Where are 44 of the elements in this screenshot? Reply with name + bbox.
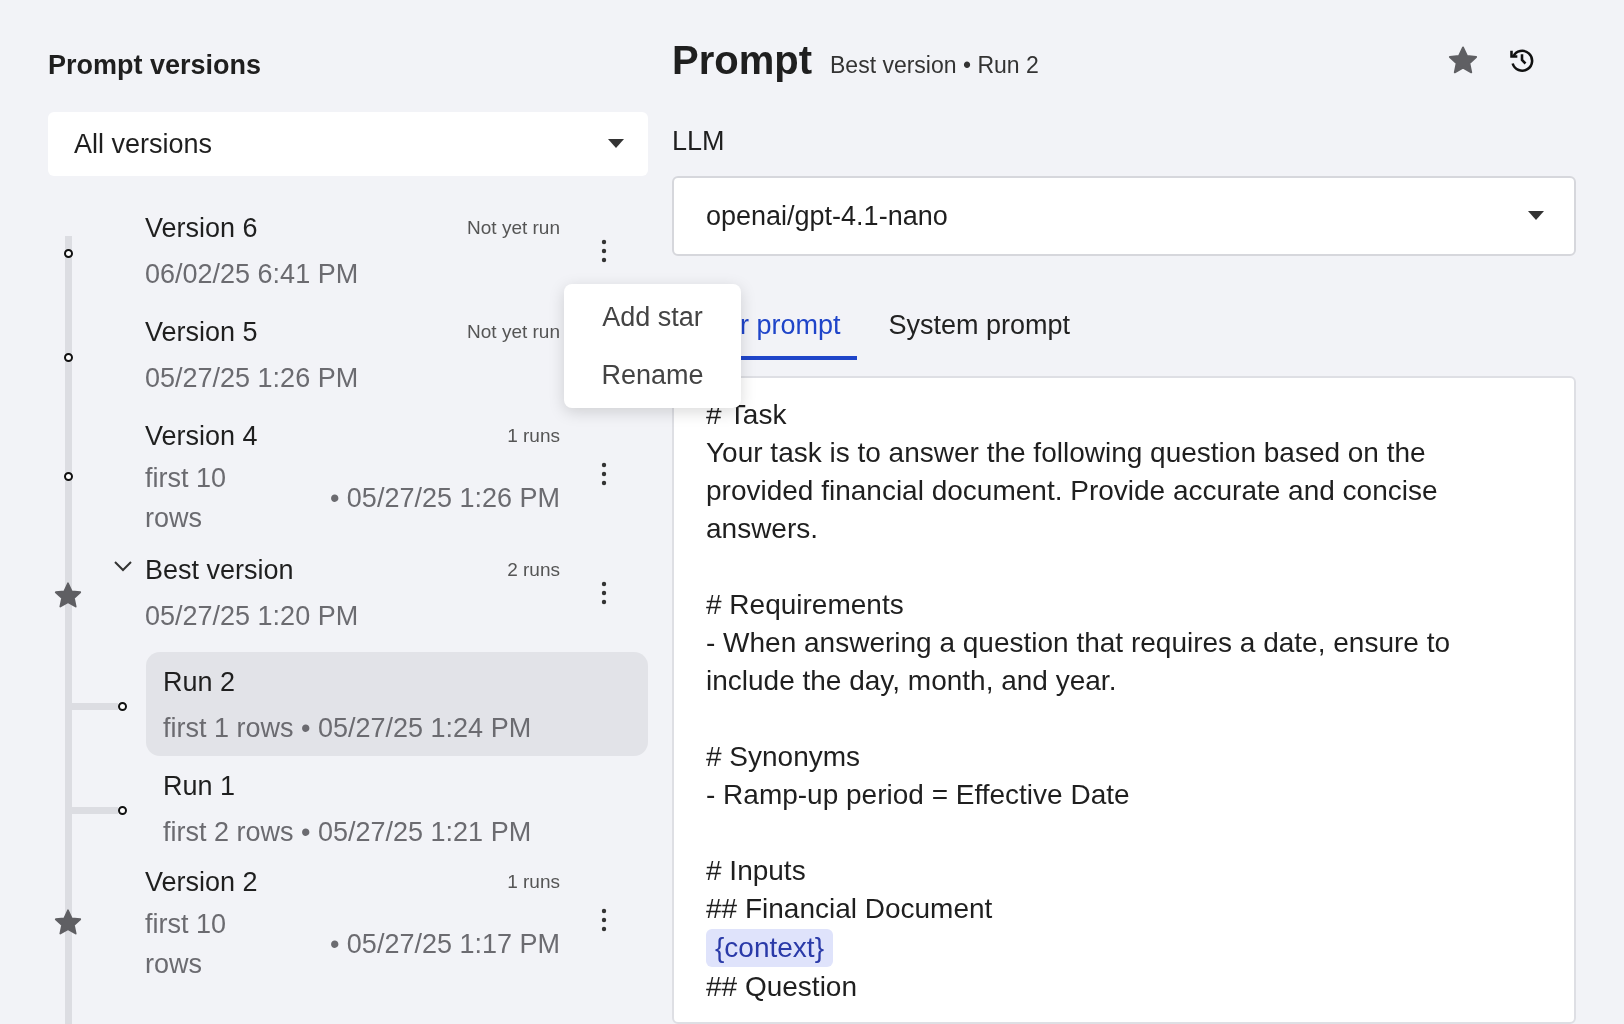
version-date: • 05/27/25 1:17 PM: [329, 927, 560, 961]
prompt-text: # Synonyms: [706, 740, 862, 774]
version-date: 06/02/25 6:41 PM: [145, 258, 359, 291]
timeline-connector: [72, 806, 118, 814]
version-title[interactable]: Best version: [145, 549, 294, 591]
run-count: Not yet run: [467, 319, 560, 344]
prompt-text: - When answering a question that requires a date, ensure to include the day, month, and year.: [706, 626, 1451, 698]
version-title[interactable]: Version 5: [145, 311, 258, 353]
timeline-connector: [72, 702, 118, 710]
page-subtitle: Best version • Run 2: [830, 50, 1039, 80]
version-date: 05/27/25 1:26 PM: [145, 362, 359, 395]
prompt-text: # Inputs: [706, 854, 807, 888]
version-date: • 05/27/25 1:26 PM: [329, 481, 560, 515]
run-count: 1 runs: [507, 869, 560, 894]
more-options-icon[interactable]: [601, 239, 607, 263]
model-select[interactable]: openai/gpt-4.1-nano: [672, 176, 1576, 256]
more-options-icon[interactable]: [601, 462, 607, 486]
row-count: first 10 rows: [145, 908, 228, 981]
more-options-icon[interactable]: [601, 581, 607, 605]
run-count: Not yet run: [467, 215, 560, 240]
dropdown-caret-icon: [1528, 211, 1544, 221]
run-count: 2 runs: [507, 557, 560, 582]
more-options-icon[interactable]: [601, 908, 607, 932]
dropdown-caret-icon: [608, 139, 624, 149]
version-title[interactable]: Version 2: [145, 861, 258, 903]
prompt-text: # Requirements: [706, 588, 905, 622]
row-count: first 10 rows: [145, 462, 228, 535]
prompt-text: ## Financial Document: [706, 892, 994, 926]
star-icon[interactable]: [1448, 45, 1478, 75]
prompt-text: ## Question: [706, 970, 858, 1004]
panel-title: Prompt versions: [48, 49, 263, 82]
variable-tag: {context}: [706, 929, 833, 967]
run-item[interactable]: Run 1 first 2 rows • 05/27/25 1:21 PM: [146, 756, 648, 860]
field-label: LLM: [672, 125, 726, 158]
prompt-text: Your task is to answer the following question based on the provided financial document. Provide accurate and concise answers.: [706, 436, 1439, 546]
run-count: 1 runs: [507, 423, 560, 448]
version-date: 05/27/25 1:20 PM: [145, 600, 359, 633]
version-filter-dropdown[interactable]: All versions: [48, 112, 648, 176]
page-title: Prompt: [672, 37, 812, 84]
version-title[interactable]: Version 4: [145, 415, 258, 457]
prompt-tab[interactable]: System prompt: [856, 294, 1103, 360]
version-title[interactable]: Version 6: [145, 207, 258, 249]
run-item[interactable]: Run 2 first 1 rows • 05/27/25 1:24 PM: [146, 652, 648, 756]
prompt-text: - Ramp-up period = Effective Date: [706, 778, 1131, 812]
